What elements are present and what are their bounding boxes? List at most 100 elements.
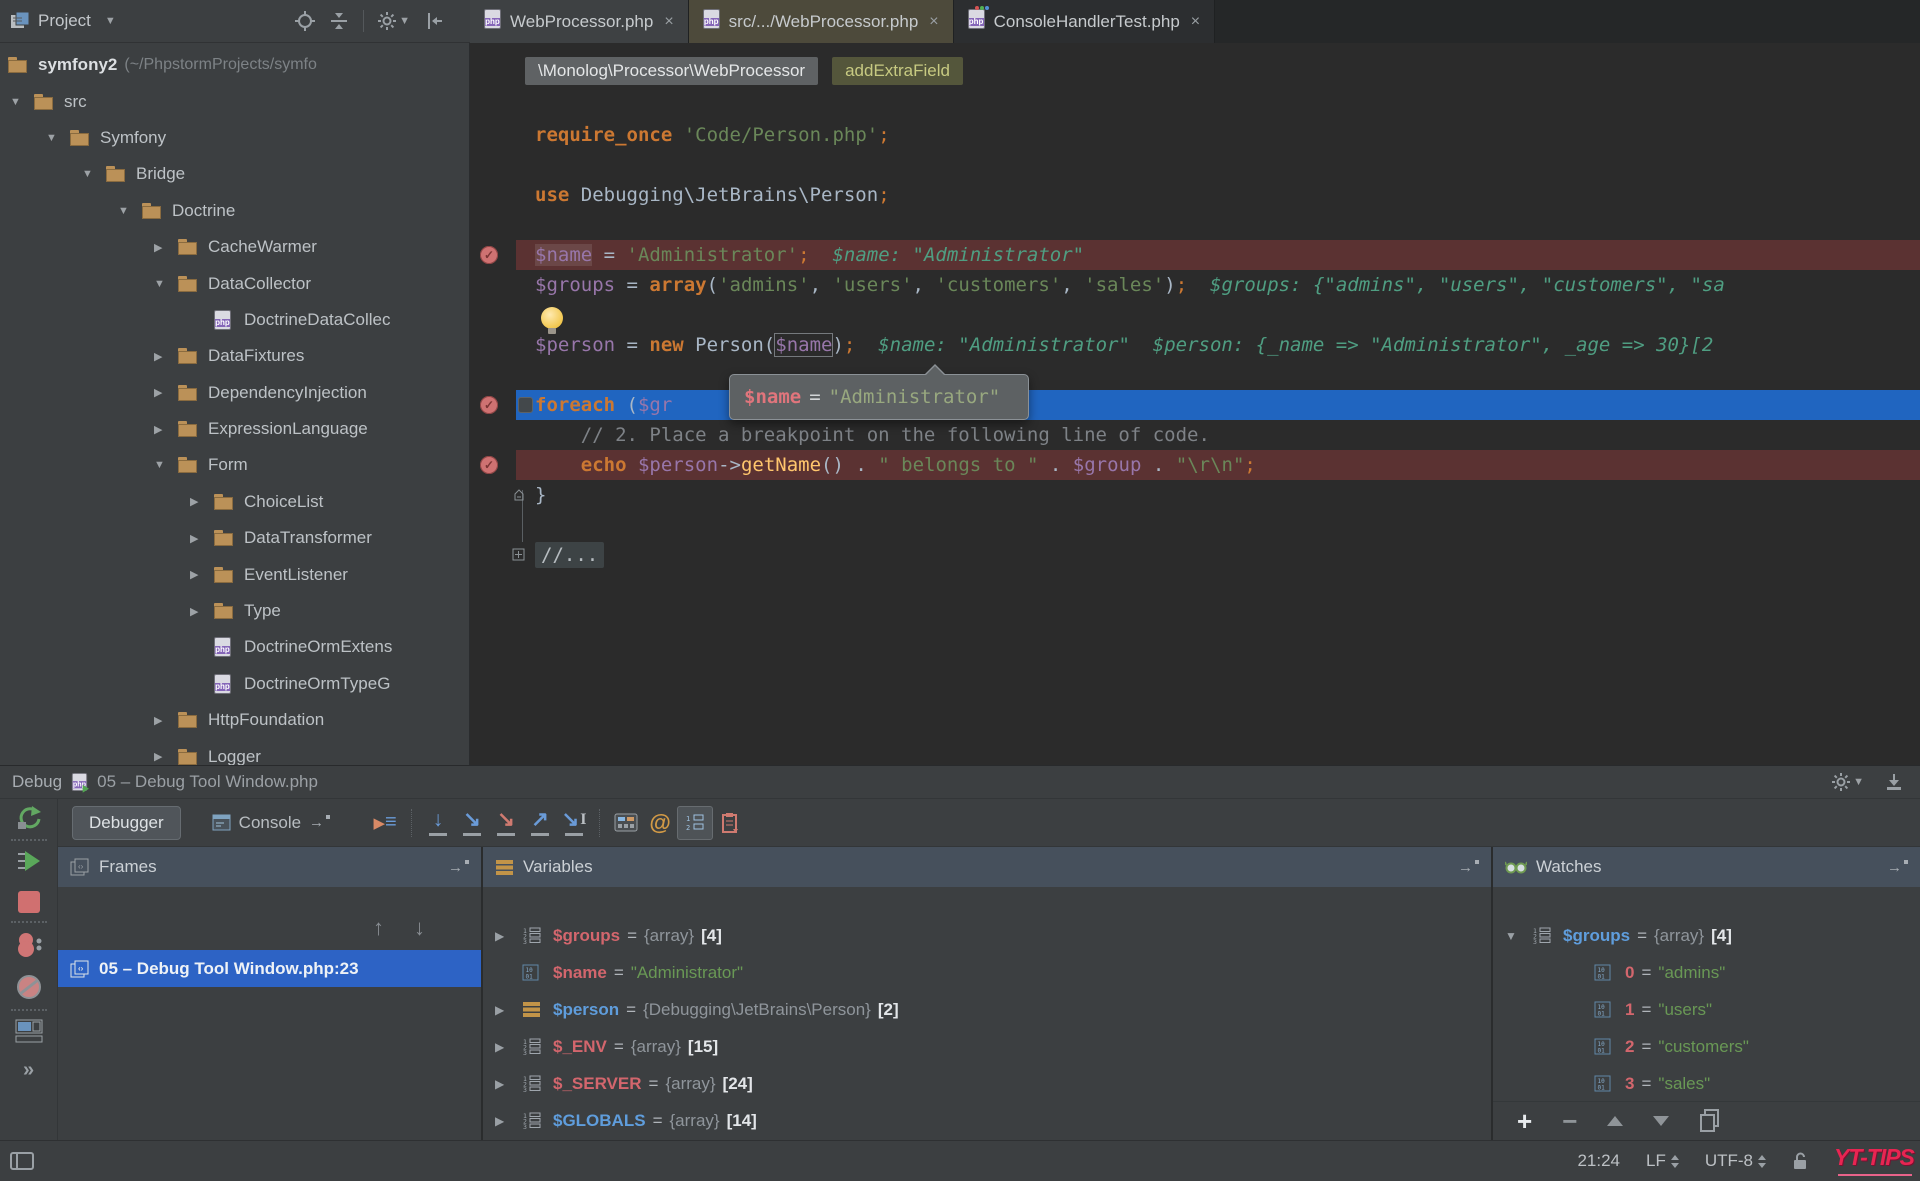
breadcrumb-class[interactable]: \Monolog\Processor\WebProcessor — [525, 57, 819, 85]
chevron-down-icon[interactable]: ▼ — [154, 278, 178, 290]
show-execution-point-icon[interactable]: ▶ ≡ — [369, 807, 403, 839]
locate-icon[interactable] — [295, 11, 316, 31]
collapse-all-icon[interactable] — [329, 11, 349, 31]
breakpoint-icon[interactable] — [480, 456, 498, 474]
evaluate-expression-icon[interactable] — [609, 807, 643, 839]
tree-item[interactable]: ▶ DataTransformer — [0, 520, 469, 556]
code-line[interactable] — [470, 210, 1920, 240]
code-line[interactable]: //... — [470, 540, 1920, 570]
caret-position[interactable]: 21:24 — [1577, 1151, 1620, 1171]
variable-row[interactable]: ▼ 1 2 3 $groups = {array} [4] — [1493, 917, 1920, 954]
variable-row[interactable]: ▶ 1 2 3 $_ENV = {array} [15] — [483, 1028, 1491, 1065]
pin-icon[interactable]: → — [1887, 859, 1908, 876]
settings-gear-icon[interactable]: ▼ — [1832, 773, 1864, 791]
tree-item[interactable]: ▼ Bridge — [0, 156, 469, 192]
tree-item[interactable]: ▼ Doctrine — [0, 193, 469, 229]
settings-history-icon[interactable] — [713, 807, 747, 839]
variable-row[interactable]: 10 01 2 = "customers" — [1493, 1028, 1920, 1065]
chevron-down-icon[interactable]: ▼ — [46, 132, 70, 144]
mute-breakpoints-icon[interactable] — [15, 973, 43, 1001]
tab-console[interactable]: Console → — [195, 806, 347, 840]
hide-window-icon[interactable] — [1884, 772, 1904, 792]
code-area[interactable]: require_once 'Code/Person.php'; use Debug… — [470, 90, 1920, 765]
chevron-right-icon[interactable]: ▶ — [154, 350, 178, 363]
code-line[interactable]: $name = 'Administrator'; $name: "Adminis… — [470, 240, 1920, 270]
more-options-icon[interactable]: » — [23, 1059, 34, 1082]
frame-up-icon[interactable]: ↑ — [373, 917, 384, 939]
expand-open-icon[interactable]: ▼ — [1505, 929, 1525, 943]
tree-item[interactable]: ▶ DependencyInjection — [0, 375, 469, 411]
inline-values-icon[interactable]: 12 — [677, 805, 714, 840]
tab-debugger[interactable]: Debugger — [72, 805, 181, 840]
fold-end-icon[interactable] — [512, 488, 526, 502]
restore-layout-icon[interactable] — [15, 1019, 43, 1043]
view-breakpoints-icon[interactable] — [14, 931, 44, 959]
variable-row[interactable]: 10 01 $name = "Administrator" — [483, 954, 1491, 991]
code-line[interactable] — [470, 510, 1920, 540]
chevron-down-icon[interactable]: ▼ — [10, 96, 34, 108]
expand-closed-icon[interactable]: ▶ — [495, 929, 515, 943]
tree-item[interactable]: php DoctrineDataCollec — [0, 302, 469, 338]
lock-icon[interactable] — [1792, 1152, 1808, 1170]
chevron-down-icon[interactable]: ▼ — [82, 168, 106, 180]
code-line[interactable]: foreach ($gr — [470, 390, 1920, 420]
add-watch-button[interactable]: + — [1517, 1108, 1532, 1134]
code-line[interactable] — [470, 150, 1920, 180]
fold-plus-icon[interactable] — [512, 548, 525, 561]
code-line[interactable]: } — [470, 480, 1920, 510]
pin-icon[interactable]: → — [1458, 859, 1479, 876]
copy-icon[interactable] — [1699, 1109, 1721, 1133]
code-line[interactable] — [470, 300, 1920, 330]
code-line[interactable]: echo $person->getName() . " belongs to "… — [470, 450, 1920, 480]
resume-icon[interactable] — [16, 849, 42, 875]
close-icon[interactable]: × — [664, 13, 673, 31]
run-to-cursor-icon[interactable]: ↘ I — [557, 807, 591, 839]
encoding-selector[interactable]: UTF-8 — [1705, 1151, 1766, 1171]
tree-item[interactable]: ▼ Symfony — [0, 120, 469, 156]
move-watch-up-button[interactable] — [1607, 1116, 1624, 1126]
chevron-right-icon[interactable]: ▶ — [190, 605, 214, 618]
tree-item[interactable]: ▶ Logger — [0, 738, 469, 765]
project-selector[interactable]: Project — [38, 11, 91, 31]
tree-item[interactable]: symfony2 (~/PhpstormProjects/symfo — [0, 47, 469, 83]
tree-item[interactable]: ▼ Form — [0, 447, 469, 483]
close-icon[interactable]: × — [929, 13, 938, 31]
tree-item[interactable]: ▼ DataCollector — [0, 265, 469, 301]
stop-icon[interactable] — [17, 891, 40, 913]
variable-row[interactable]: 10 01 3 = "sales" — [1493, 1065, 1920, 1102]
editor-tab[interactable]: php WebProcessor.php × — [470, 0, 689, 43]
tree-item[interactable]: ▶ ChoiceList — [0, 484, 469, 520]
code-line[interactable]: // 2. Place a breakpoint on the followin… — [470, 420, 1920, 450]
chevron-right-icon[interactable]: ▶ — [154, 423, 178, 436]
tree-item[interactable]: ▶ EventListener — [0, 556, 469, 592]
tree-item[interactable]: ▶ DataFixtures — [0, 338, 469, 374]
force-step-into-icon[interactable]: ↘ — [489, 807, 523, 839]
code-line[interactable]: $person = new Person($name); $name: "Adm… — [470, 330, 1920, 360]
rerun-icon[interactable] — [16, 805, 42, 831]
step-into-icon[interactable]: ↘ — [455, 807, 489, 839]
chevron-down-icon[interactable]: ▼ — [105, 15, 116, 27]
code-line[interactable]: $groups = array('admins', 'users', 'cust… — [470, 270, 1920, 300]
chevron-right-icon[interactable]: ▶ — [190, 532, 214, 545]
breadcrumb-method[interactable]: addExtraField — [832, 57, 963, 85]
variable-row[interactable]: 10 01 1 = "users" — [1493, 991, 1920, 1028]
chevron-right-icon[interactable]: ▶ — [154, 714, 178, 727]
code-line[interactable] — [470, 360, 1920, 390]
breakpoint-icon[interactable] — [480, 396, 498, 414]
variable-row[interactable]: 10 01 0 = "admins" — [1493, 954, 1920, 991]
pin-icon[interactable]: → — [448, 859, 469, 876]
close-icon[interactable]: × — [1191, 13, 1200, 31]
code-editor[interactable]: \Monolog\Processor\WebProcessor addExtra… — [470, 43, 1920, 765]
move-watch-down-button[interactable] — [1653, 1116, 1670, 1126]
variable-row[interactable]: ▶ $person = {Debugging\JetBrains\Person} … — [483, 991, 1491, 1028]
watch-return-values-icon[interactable]: @ — [643, 807, 677, 839]
variable-row[interactable]: ▶ 1 2 3 $_SERVER = {array} [24] — [483, 1065, 1491, 1102]
code-line[interactable] — [470, 90, 1920, 120]
chevron-down-icon[interactable]: ▼ — [118, 205, 142, 217]
expand-closed-icon[interactable]: ▶ — [495, 1003, 515, 1017]
code-line[interactable]: require_once 'Code/Person.php'; — [470, 120, 1920, 150]
breakpoint-icon[interactable] — [480, 246, 498, 264]
expand-closed-icon[interactable]: ▶ — [495, 1114, 515, 1128]
variable-row[interactable]: ▶ 1 2 3 $groups = {array} [4] — [483, 917, 1491, 954]
chevron-right-icon[interactable]: ▶ — [190, 568, 214, 581]
